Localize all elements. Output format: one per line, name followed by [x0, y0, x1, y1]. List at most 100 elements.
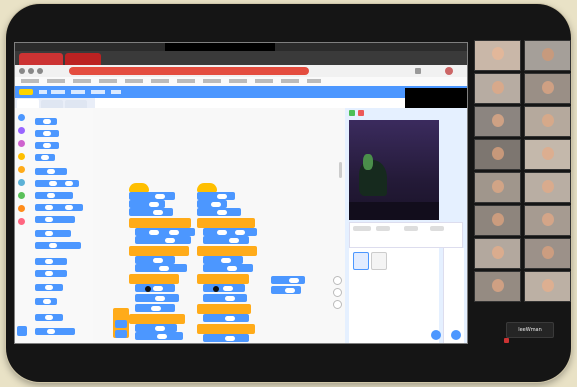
control-block[interactable]	[197, 274, 249, 284]
code-block[interactable]	[135, 264, 187, 272]
palette-block[interactable]	[35, 230, 71, 237]
control-block[interactable]	[197, 324, 255, 334]
palette-block[interactable]	[35, 204, 83, 211]
category-events[interactable]	[18, 153, 25, 160]
control-block[interactable]	[129, 246, 189, 256]
code-block[interactable]	[203, 264, 253, 272]
code-block[interactable]	[203, 314, 249, 322]
control-block[interactable]	[197, 218, 255, 228]
participant-tile[interactable]	[474, 40, 521, 71]
participant-tile[interactable]	[524, 205, 571, 236]
zoom-reset-icon[interactable]	[333, 300, 342, 309]
tab-sounds[interactable]	[65, 100, 87, 108]
participant-tile[interactable]	[474, 73, 521, 104]
browser-tab-active[interactable]	[19, 53, 63, 65]
code-block[interactable]	[203, 236, 249, 244]
participant-tile[interactable]	[524, 172, 571, 203]
palette-block[interactable]	[35, 118, 57, 125]
code-block[interactable]	[197, 200, 227, 208]
tab-costumes[interactable]	[41, 100, 63, 108]
palette-block[interactable]	[35, 298, 57, 305]
profile-avatar[interactable]	[445, 67, 453, 75]
zoom-out-icon[interactable]	[333, 288, 342, 297]
participant-tile[interactable]	[474, 172, 521, 203]
participant-tile[interactable]	[524, 40, 571, 71]
code-block[interactable]	[203, 294, 247, 302]
participant-tile[interactable]	[524, 73, 571, 104]
code-block[interactable]	[197, 208, 241, 216]
participant-tile[interactable]	[524, 139, 571, 170]
code-block[interactable]	[115, 320, 127, 328]
category-motion[interactable]	[18, 114, 25, 121]
zoom-in-icon[interactable]	[333, 276, 342, 285]
code-block[interactable]	[203, 334, 249, 342]
browser-tab[interactable]	[65, 53, 101, 65]
sprite-x-field[interactable]	[376, 226, 390, 231]
category-myblocks[interactable]	[18, 218, 25, 225]
participant-tile[interactable]	[474, 106, 521, 137]
sprite-size-field[interactable]	[430, 226, 444, 231]
code-block[interactable]	[197, 192, 235, 200]
code-block[interactable]	[203, 228, 257, 236]
category-operators[interactable]	[18, 192, 25, 199]
green-flag-icon[interactable]	[349, 110, 355, 116]
code-block[interactable]	[135, 304, 175, 312]
sprite-thumbnail[interactable]	[371, 252, 387, 270]
workspace-scrollbar[interactable]	[339, 162, 342, 178]
control-block[interactable]	[197, 246, 257, 256]
sprite-name-field[interactable]	[353, 226, 371, 231]
code-block[interactable]	[129, 200, 165, 208]
code-block[interactable]	[115, 330, 127, 338]
palette-block[interactable]	[35, 284, 63, 291]
code-block[interactable]	[135, 294, 179, 302]
category-sensing[interactable]	[18, 179, 25, 186]
code-block[interactable]	[129, 208, 173, 216]
control-block[interactable]	[129, 314, 185, 324]
stage-canvas[interactable]	[349, 120, 439, 220]
palette-block[interactable]	[35, 168, 67, 175]
participant-tile[interactable]	[524, 271, 571, 302]
extensions-icon[interactable]	[415, 68, 421, 74]
control-block[interactable]	[197, 304, 251, 314]
participant-tile[interactable]	[474, 271, 521, 302]
code-block[interactable]	[203, 284, 245, 292]
palette-block[interactable]	[35, 258, 67, 265]
participant-tile[interactable]	[524, 238, 571, 269]
code-block[interactable]	[135, 284, 175, 292]
category-control[interactable]	[18, 166, 25, 173]
code-block[interactable]	[271, 286, 301, 294]
palette-block[interactable]	[35, 130, 59, 137]
palette-block[interactable]	[35, 180, 79, 187]
extensions-button[interactable]	[17, 326, 27, 336]
participant-name-button[interactable]: leeWman	[506, 322, 554, 338]
sprite-y-field[interactable]	[404, 226, 418, 231]
category-sound[interactable]	[18, 140, 25, 147]
palette-block[interactable]	[35, 242, 81, 249]
code-block[interactable]	[135, 324, 177, 332]
add-sprite-icon[interactable]	[431, 330, 441, 340]
palette-block[interactable]	[35, 154, 55, 161]
code-block[interactable]	[135, 236, 191, 244]
participant-tile[interactable]	[474, 139, 521, 170]
participant-tile[interactable]	[524, 106, 571, 137]
code-block[interactable]	[135, 256, 175, 264]
add-backdrop-icon[interactable]	[451, 330, 461, 340]
back-icon[interactable]	[19, 68, 25, 74]
palette-block[interactable]	[35, 192, 73, 199]
control-block[interactable]	[129, 218, 191, 228]
scratch-logo[interactable]	[19, 89, 33, 95]
code-block[interactable]	[135, 228, 195, 236]
code-block[interactable]	[203, 256, 243, 264]
globe-icon[interactable]	[39, 90, 47, 94]
forward-icon[interactable]	[28, 68, 34, 74]
palette-block[interactable]	[35, 270, 67, 277]
sprite-thumbnail-selected[interactable]	[353, 252, 369, 270]
url-input[interactable]	[69, 67, 309, 75]
palette-block[interactable]	[35, 314, 63, 321]
code-block[interactable]	[135, 332, 183, 340]
tab-code[interactable]	[17, 99, 39, 108]
participant-tile[interactable]	[474, 205, 521, 236]
palette-block[interactable]	[35, 328, 75, 335]
hat-block[interactable]	[129, 183, 149, 192]
code-block[interactable]	[129, 192, 175, 200]
